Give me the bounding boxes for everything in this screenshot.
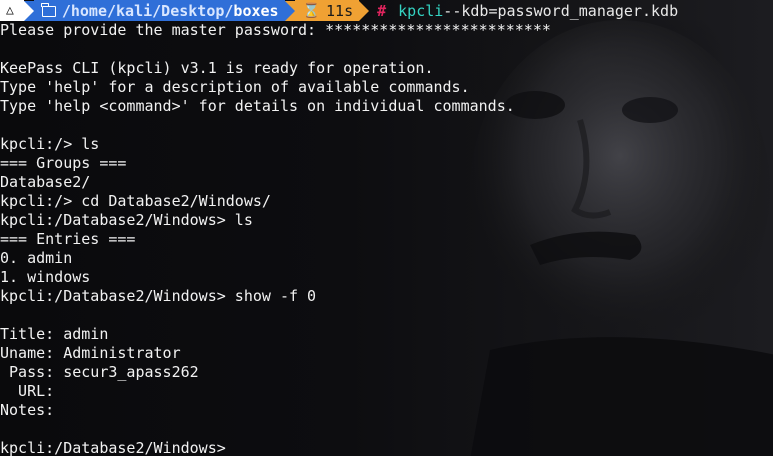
terminal-line: KeePass CLI (kpcli) v3.1 is ready for op…: [0, 59, 434, 77]
terminal-line: Pass: secur3_apass262: [0, 363, 199, 381]
folder-icon: [41, 3, 56, 17]
terminal-line: kpcli:/> ls: [0, 135, 100, 153]
terminal-line: === Groups ===: [0, 154, 127, 172]
segment-separator: [359, 0, 370, 21]
shell-prompt-bar: △ /home/kali/Desktop/boxes ⌛ 11s # kpcli…: [0, 0, 773, 21]
elapsed-time-segment: ⌛ 11s: [294, 0, 360, 21]
terminal-line: Database2/: [0, 173, 91, 191]
hourglass-icon: ⌛: [302, 2, 321, 19]
command-line[interactable]: kpcli --kdb=password_manager.kdb: [398, 0, 678, 21]
terminal-line: kpcli:/Database2/Windows> ls: [0, 211, 253, 229]
terminal-line: Type 'help <command>' for details on ind…: [0, 97, 515, 115]
terminal-line: Notes:: [0, 401, 55, 419]
terminal-line: 1. windows: [0, 268, 91, 286]
terminal-line: === Entries ===: [0, 230, 136, 248]
segment-separator: [23, 0, 34, 21]
elapsed-time: 11s: [326, 1, 354, 20]
root-prompt-symbol: #: [377, 1, 387, 20]
terminal-input-line[interactable]: kpcli:/Database2/Windows>: [0, 439, 773, 456]
terminal-line: URL:: [0, 382, 55, 400]
path-current-directory: boxes: [233, 1, 279, 20]
terminal-line: Please provide the master password: ****…: [0, 21, 551, 39]
terminal-output: Please provide the master password: ****…: [0, 21, 773, 456]
terminal-line: kpcli:/Database2/Windows> show -f 0: [0, 287, 317, 305]
terminal-line: 0. admin: [0, 249, 73, 267]
terminal-line: kpcli:/> cd Database2/Windows/: [0, 192, 271, 210]
segment-separator: [284, 0, 295, 21]
path-segment: /home/kali/Desktop/boxes: [33, 0, 285, 21]
terminal-line: Type 'help' for a description of availab…: [0, 78, 470, 96]
terminal-window[interactable]: △ /home/kali/Desktop/boxes ⌛ 11s # kpcli…: [0, 0, 773, 456]
command-arguments: --kdb=password_manager.kdb: [443, 1, 679, 20]
path-prefix: /home/kali/Desktop/: [61, 1, 234, 20]
tux-icon: △: [6, 3, 14, 18]
os-segment: △: [0, 0, 24, 21]
command-name: kpcli: [398, 1, 444, 20]
terminal-line: Title: admin: [0, 325, 109, 343]
terminal-line: Uname: Administrator: [0, 344, 181, 362]
